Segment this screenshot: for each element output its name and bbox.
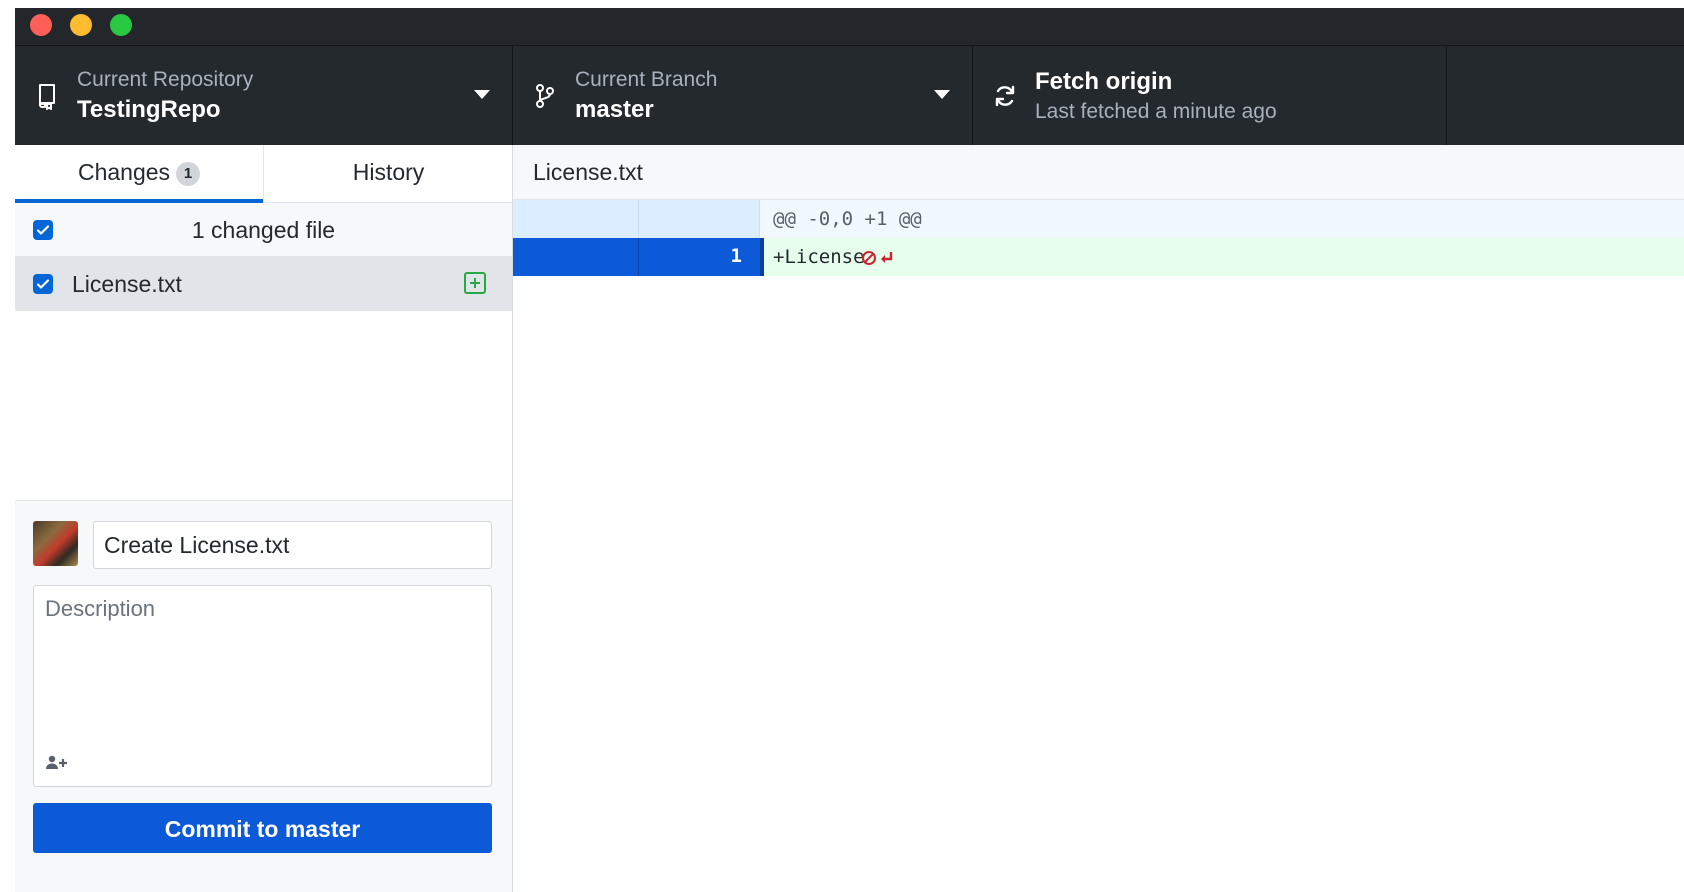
diff-file-header: License.txt — [513, 145, 1684, 200]
changes-count-badge: 1 — [176, 162, 201, 186]
diff-hunk-header-row[interactable]: @@ -0,0 +1 @@ — [513, 200, 1684, 238]
changed-files-header: 1 changed file — [15, 203, 512, 257]
repository-label: Current Repository — [77, 68, 254, 91]
new-line-number: 1 — [730, 245, 742, 267]
commit-message-area: Commit to master — [15, 500, 512, 892]
changed-file-row[interactable]: License.txt — [15, 257, 512, 311]
add-coauthor-icon[interactable] — [44, 752, 70, 774]
last-fetched-status: Last fetched a minute ago — [1035, 100, 1277, 123]
sidebar-tabs: Changes 1 History — [15, 145, 512, 203]
close-window-button[interactable] — [30, 14, 52, 36]
tab-history[interactable]: History — [263, 145, 513, 202]
title-bar — [15, 8, 1684, 45]
file-include-checkbox[interactable] — [33, 274, 53, 294]
no-newline-icon — [861, 248, 901, 268]
changes-sidebar: Changes 1 History 1 changed file License.… — [15, 145, 513, 892]
sync-icon — [991, 82, 1019, 110]
zoom-window-button[interactable] — [110, 14, 132, 36]
branch-label: Current Branch — [575, 68, 718, 91]
diff-added-line[interactable]: 1 +License — [513, 238, 1684, 276]
repo-icon — [33, 82, 61, 110]
repository-name: TestingRepo — [77, 96, 221, 123]
changed-file-name: License.txt — [72, 271, 182, 297]
branch-icon — [531, 82, 559, 110]
app-window: Current Repository TestingRepo Current B… — [15, 8, 1684, 892]
branch-name: master — [575, 96, 654, 123]
tab-changes-label: Changes — [77, 159, 171, 185]
diff-file-path: License.txt — [533, 159, 643, 185]
chevron-down-icon — [934, 90, 950, 99]
commit-summary-input[interactable] — [93, 521, 492, 569]
user-avatar — [33, 521, 78, 566]
hunk-header-text: @@ -0,0 +1 @@ — [773, 208, 922, 230]
fetch-label: Fetch origin — [1035, 68, 1173, 95]
changed-files-count: 1 changed file — [191, 217, 336, 243]
commit-description-input[interactable] — [34, 586, 491, 746]
file-added-icon — [464, 272, 486, 294]
chevron-down-icon — [474, 90, 490, 99]
minimize-window-button[interactable] — [70, 14, 92, 36]
current-branch-dropdown[interactable]: Current Branch master — [513, 46, 973, 146]
old-line-gutter — [513, 200, 639, 238]
tab-history-label: History — [352, 159, 425, 185]
added-line-content: +License — [773, 246, 865, 268]
commit-button[interactable]: Commit to master — [33, 803, 492, 853]
new-line-gutter: 1 — [639, 238, 764, 276]
commit-description-box — [33, 585, 492, 787]
diff-panel: License.txt @@ -0,0 +1 @@ 1 +License — [513, 145, 1684, 892]
current-repository-dropdown[interactable]: Current Repository TestingRepo — [15, 46, 513, 146]
tab-changes[interactable]: Changes 1 — [15, 145, 263, 203]
old-line-gutter — [513, 238, 639, 276]
toolbar: Current Repository TestingRepo Current B… — [15, 45, 1684, 146]
new-line-gutter — [639, 200, 760, 238]
fetch-origin-button[interactable]: Fetch origin Last fetched a minute ago — [973, 46, 1447, 146]
